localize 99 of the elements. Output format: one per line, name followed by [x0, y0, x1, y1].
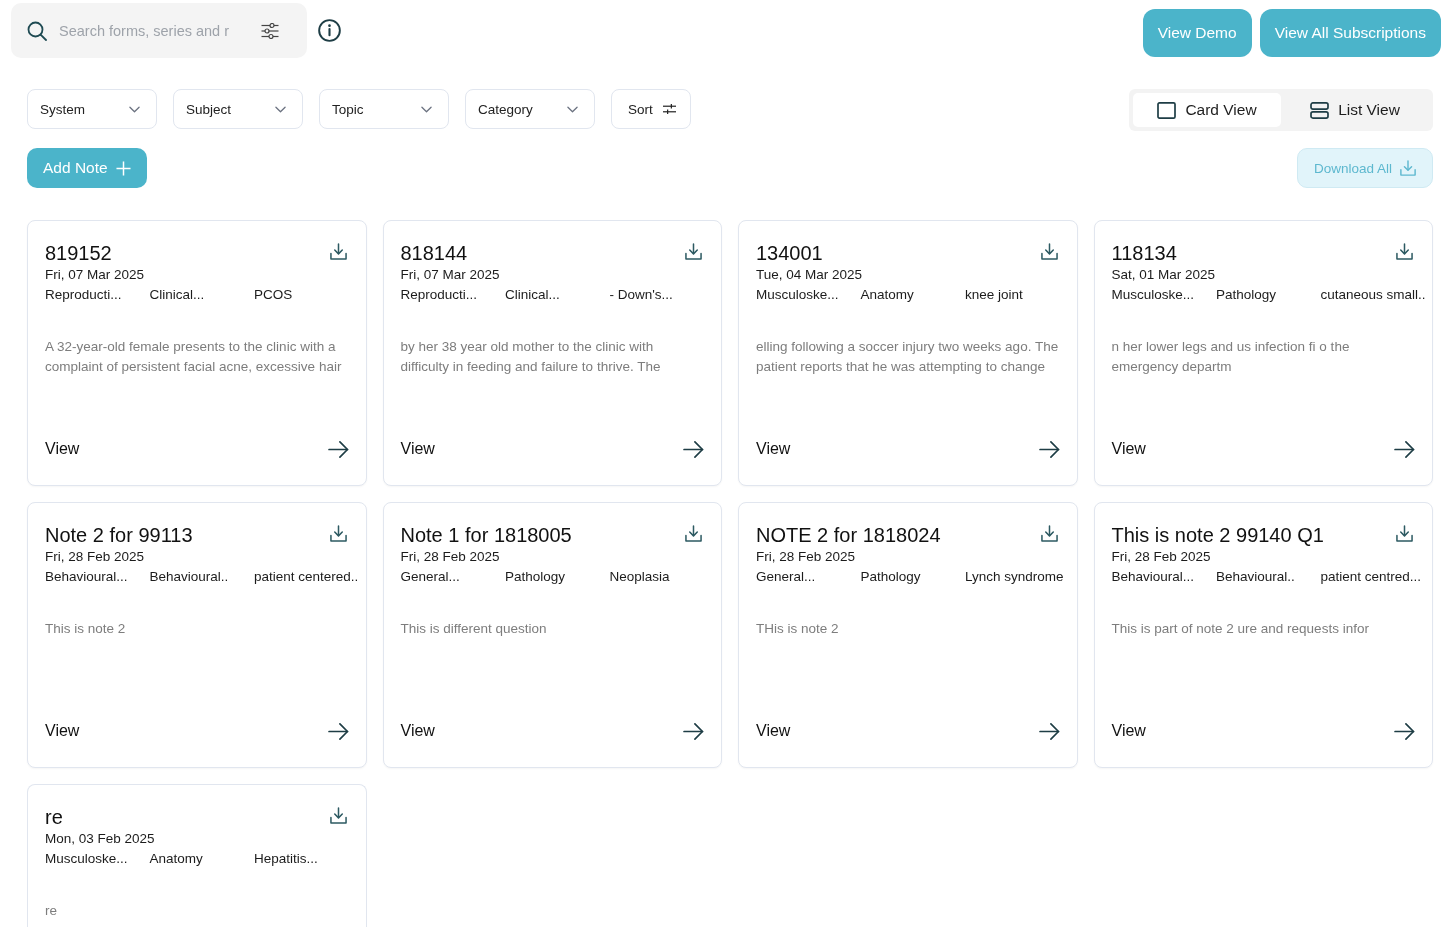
- view-link[interactable]: View: [45, 722, 80, 740]
- card-title: 819152: [45, 241, 112, 265]
- square-icon: [1157, 101, 1177, 119]
- card-date: Fri, 28 Feb 2025: [756, 548, 856, 566]
- tag-label: PCOS: [254, 286, 293, 304]
- card-date: Fri, 28 Feb 2025: [1111, 548, 1211, 566]
- tag-label: Pathology: [1216, 286, 1277, 304]
- download-icon[interactable]: [329, 525, 347, 542]
- tag-label: Behavioural...: [1111, 568, 1195, 586]
- sort-button[interactable]: Sort: [611, 89, 691, 129]
- tag-label: General...: [756, 568, 816, 586]
- tag-label: Behavioural..: [149, 568, 229, 586]
- arrow-right-icon[interactable]: [327, 722, 349, 740]
- tag-label: Pathology: [505, 568, 566, 586]
- arrow-right-icon[interactable]: [683, 722, 704, 740]
- card-date: Tue, 04 Mar 2025: [756, 266, 863, 284]
- card-date: Fri, 28 Feb 2025: [400, 548, 500, 566]
- card-excerpt: elling following a soccer injury two weeks ago. The patient reports that he was attempting to change: [756, 338, 1060, 376]
- tag-label: Musculoske...: [756, 286, 839, 304]
- card-date: Mon, 03 Feb 2025: [45, 830, 155, 848]
- card-excerpt: THis is note 2: [756, 620, 840, 638]
- card-date: Fri, 07 Mar 2025: [400, 266, 500, 284]
- chevron-down-icon: [129, 105, 140, 113]
- card-title: 118134: [1111, 241, 1177, 265]
- card-title: 818144: [400, 241, 468, 265]
- tag-label: cutaneous small..: [1320, 286, 1426, 304]
- tag-label: Neoplasia: [609, 568, 670, 586]
- download-icon[interactable]: [1396, 243, 1413, 260]
- view-tab[interactable]: Card View: [1133, 93, 1281, 127]
- card-excerpt: A 32-year-old female presents to the clinic with a complaint of persistent facial acne, excessive hair: [45, 338, 343, 376]
- tag-label: knee joint: [965, 286, 1023, 304]
- card-title: re: [45, 805, 63, 829]
- chevron-down-icon: [421, 105, 432, 113]
- plus-icon: [115, 160, 131, 176]
- view-link[interactable]: View: [1111, 722, 1146, 740]
- arrow-right-icon[interactable]: [327, 440, 349, 458]
- tag-label: Behavioural..: [1216, 568, 1295, 586]
- card-date: Sat, 01 Mar 2025: [1111, 266, 1216, 284]
- arrow-right-icon[interactable]: [683, 440, 704, 458]
- download-icon[interactable]: [685, 243, 702, 260]
- card-date: Fri, 07 Mar 2025: [45, 266, 145, 284]
- arrow-right-icon[interactable]: [1038, 440, 1060, 458]
- download-icon[interactable]: [329, 807, 347, 824]
- card-title: NOTE 2 for 1818024: [756, 523, 941, 547]
- tag-label: patient centered..: [254, 568, 359, 586]
- card-title: 134001: [756, 241, 823, 265]
- card-date: Fri, 28 Feb 2025: [45, 548, 145, 566]
- tag-label: General...: [400, 568, 460, 586]
- tag-label: Musculoske...: [1111, 286, 1195, 304]
- card-excerpt: This is different question: [400, 620, 548, 638]
- download-icon[interactable]: [1396, 525, 1413, 542]
- download-icon[interactable]: [329, 243, 347, 260]
- tag-label: Lynch syndrome: [965, 568, 1064, 586]
- card-title: This is note 2 99140 Q1: [1111, 523, 1324, 547]
- view-tab[interactable]: List View: [1281, 93, 1429, 127]
- card-excerpt: This is part of note 2 ure and requests infor: [1111, 620, 1370, 638]
- filter-dropdown[interactable]: Category: [465, 89, 595, 129]
- view-link[interactable]: View: [1111, 440, 1146, 458]
- sliders-icon: [663, 103, 676, 115]
- tag-label: Clinical...: [505, 286, 560, 304]
- card-excerpt: This is note 2: [45, 620, 127, 638]
- tag-label: Reproducti...: [400, 286, 478, 304]
- card-excerpt: by her 38 year old mother to the clinic with difficulty in feeding and failure to thrive. The: [400, 338, 662, 376]
- card-excerpt: re: [45, 902, 58, 920]
- tag-label: Clinical...: [149, 286, 205, 304]
- download-icon[interactable]: [685, 525, 702, 542]
- tag-label: Reproducti...: [45, 286, 122, 304]
- search-icon: [27, 20, 47, 41]
- tag-label: Anatomy: [149, 850, 203, 868]
- download-icon[interactable]: [1040, 243, 1058, 260]
- filter-dropdown[interactable]: System: [27, 89, 157, 129]
- card-title: Note 2 for 99113: [45, 523, 193, 547]
- tag-label: patient centred...: [1320, 568, 1422, 586]
- search-field[interactable]: Search forms, series and r: [59, 22, 249, 39]
- card-excerpt: n her lower legs and us infection fi o the emergency departm: [1111, 338, 1351, 376]
- tag-label: Hepatitis...: [254, 850, 318, 868]
- view-link[interactable]: View: [45, 440, 80, 458]
- tag-label: Musculoske...: [45, 850, 128, 868]
- view-link[interactable]: View: [400, 722, 435, 740]
- arrow-right-icon[interactable]: [1394, 440, 1415, 458]
- view-link[interactable]: View: [400, 440, 435, 458]
- tag-label: - Down's...: [609, 286, 673, 304]
- download-icon: [1400, 160, 1416, 176]
- chevron-down-icon: [275, 105, 286, 113]
- sliders-icon[interactable]: [261, 22, 279, 39]
- arrow-right-icon[interactable]: [1038, 722, 1060, 740]
- tag-label: Anatomy: [860, 286, 914, 304]
- card-title: Note 1 for 1818005: [400, 523, 572, 547]
- tag-label: Behavioural...: [45, 568, 128, 586]
- filter-dropdown[interactable]: Topic: [319, 89, 449, 129]
- rows-icon: [1310, 101, 1330, 119]
- download-icon[interactable]: [1040, 525, 1058, 542]
- info-icon[interactable]: [318, 19, 341, 42]
- tag-label: Pathology: [860, 568, 921, 586]
- view-link[interactable]: View: [756, 722, 791, 740]
- arrow-right-icon[interactable]: [1394, 722, 1415, 740]
- view-link[interactable]: View: [756, 440, 791, 458]
- chevron-down-icon: [567, 105, 578, 113]
- filter-dropdown[interactable]: Subject: [173, 89, 303, 129]
